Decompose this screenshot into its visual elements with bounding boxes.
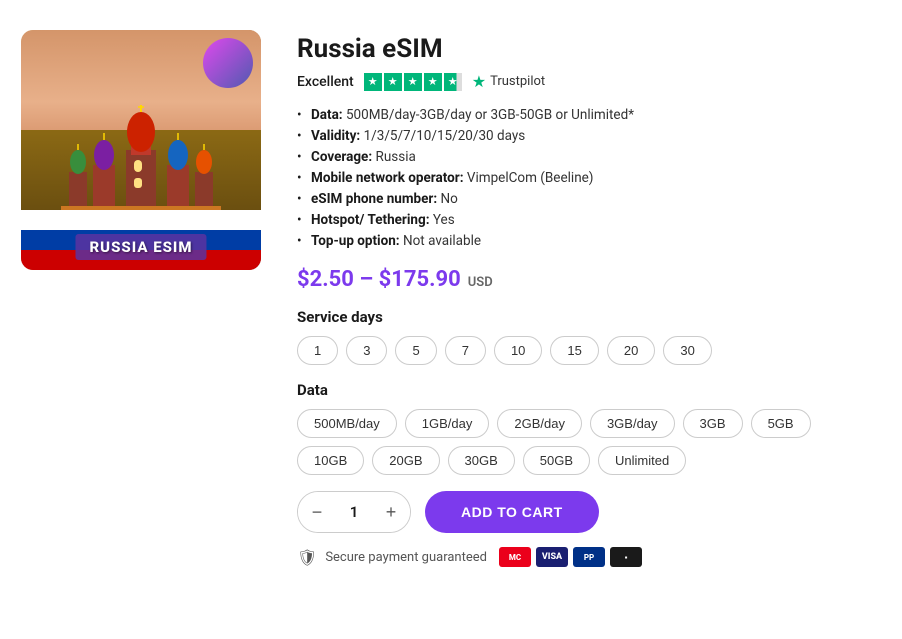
spec-validity: Validity: 1/3/5/7/10/15/20/30 days xyxy=(297,128,881,144)
spec-phone: eSIM phone number: No xyxy=(297,191,881,207)
product-container: RUSSIA ESIM Russia eSIM Excellent ★ ★ ★ … xyxy=(21,20,881,567)
data-btn-50gb[interactable]: 50GB xyxy=(523,446,590,475)
quantity-control: − 1 + xyxy=(297,491,411,533)
spec-topup: Top-up option: Not available xyxy=(297,233,881,249)
cart-row: − 1 + ADD TO CART xyxy=(297,491,881,533)
data-btn-2gb[interactable]: 2GB/day xyxy=(497,409,582,438)
day-btn-1[interactable]: 1 xyxy=(297,336,338,365)
quantity-decrease-button[interactable]: − xyxy=(298,492,336,532)
trustpilot-icon: ★ xyxy=(472,72,486,91)
visa-badge: VISA xyxy=(536,547,568,567)
day-btn-10[interactable]: 10 xyxy=(494,336,542,365)
secure-label: Secure payment guaranteed xyxy=(325,550,487,565)
price-currency: USD xyxy=(468,275,493,290)
data-btn-500mb[interactable]: 500MB/day xyxy=(297,409,397,438)
trustpilot-stars: ★ ★ ★ ★ ★ xyxy=(364,73,462,91)
star-3: ★ xyxy=(404,73,422,91)
day-btn-5[interactable]: 5 xyxy=(395,336,436,365)
star-5: ★ xyxy=(444,73,462,91)
image-label: RUSSIA ESIM xyxy=(75,234,206,260)
data-btn-3gb-day[interactable]: 3GB/day xyxy=(590,409,675,438)
day-btn-7[interactable]: 7 xyxy=(445,336,486,365)
spec-list: Data: 500MB/day-3GB/day or 3GB-50GB or U… xyxy=(297,107,881,249)
mastercard-badge: MC xyxy=(499,547,531,567)
price-text: $2.50 – $175.90 xyxy=(297,267,461,292)
trustpilot-row: Excellent ★ ★ ★ ★ ★ ★ Trustpilot xyxy=(297,72,881,91)
quantity-value: 1 xyxy=(336,503,372,521)
product-image: RUSSIA ESIM xyxy=(21,30,261,270)
star-2: ★ xyxy=(384,73,402,91)
add-to-cart-button[interactable]: ADD TO CART xyxy=(425,491,599,533)
spec-coverage: Coverage: Russia xyxy=(297,149,881,165)
decorative-circle xyxy=(203,38,253,88)
data-btn-1gb[interactable]: 1GB/day xyxy=(405,409,490,438)
data-btn-30gb[interactable]: 30GB xyxy=(448,446,515,475)
service-days-label: Service days xyxy=(297,308,881,326)
shield-icon: 🛡 xyxy=(297,548,317,567)
product-details: Russia eSIM Excellent ★ ★ ★ ★ ★ ★ Trustp… xyxy=(297,30,881,567)
product-title: Russia eSIM xyxy=(297,34,881,64)
data-btn-5gb[interactable]: 5GB xyxy=(751,409,811,438)
star-1: ★ xyxy=(364,73,382,91)
paypal-badge: PP xyxy=(573,547,605,567)
data-btn-20gb[interactable]: 20GB xyxy=(372,446,439,475)
data-btn-10gb[interactable]: 10GB xyxy=(297,446,364,475)
data-label: Data xyxy=(297,381,881,399)
data-btn-3gb[interactable]: 3GB xyxy=(683,409,743,438)
trustpilot-label: Excellent xyxy=(297,74,354,90)
spec-data: Data: 500MB/day-3GB/day or 3GB-50GB or U… xyxy=(297,107,881,123)
day-btn-15[interactable]: 15 xyxy=(550,336,598,365)
payment-badges: MC VISA PP ▪ xyxy=(499,547,642,567)
secure-payment-row: 🛡 Secure payment guaranteed MC VISA PP ▪ xyxy=(297,547,881,567)
trustpilot-brand: ★ Trustpilot xyxy=(472,72,545,91)
spec-operator: Mobile network operator: VimpelCom (Beel… xyxy=(297,170,881,186)
trustpilot-brand-label: Trustpilot xyxy=(490,74,545,89)
service-days-selector: 1 3 5 7 10 15 20 30 xyxy=(297,336,881,365)
day-btn-20[interactable]: 20 xyxy=(607,336,655,365)
star-4: ★ xyxy=(424,73,442,91)
data-selector: 500MB/day 1GB/day 2GB/day 3GB/day 3GB 5G… xyxy=(297,409,881,475)
other-badge: ▪ xyxy=(610,547,642,567)
spec-hotspot: Hotspot/ Tethering: Yes xyxy=(297,212,881,228)
data-btn-unlimited[interactable]: Unlimited xyxy=(598,446,686,475)
day-btn-3[interactable]: 3 xyxy=(346,336,387,365)
day-btn-30[interactable]: 30 xyxy=(663,336,711,365)
quantity-increase-button[interactable]: + xyxy=(372,492,410,532)
price-row: $2.50 – $175.90 USD xyxy=(297,267,881,292)
